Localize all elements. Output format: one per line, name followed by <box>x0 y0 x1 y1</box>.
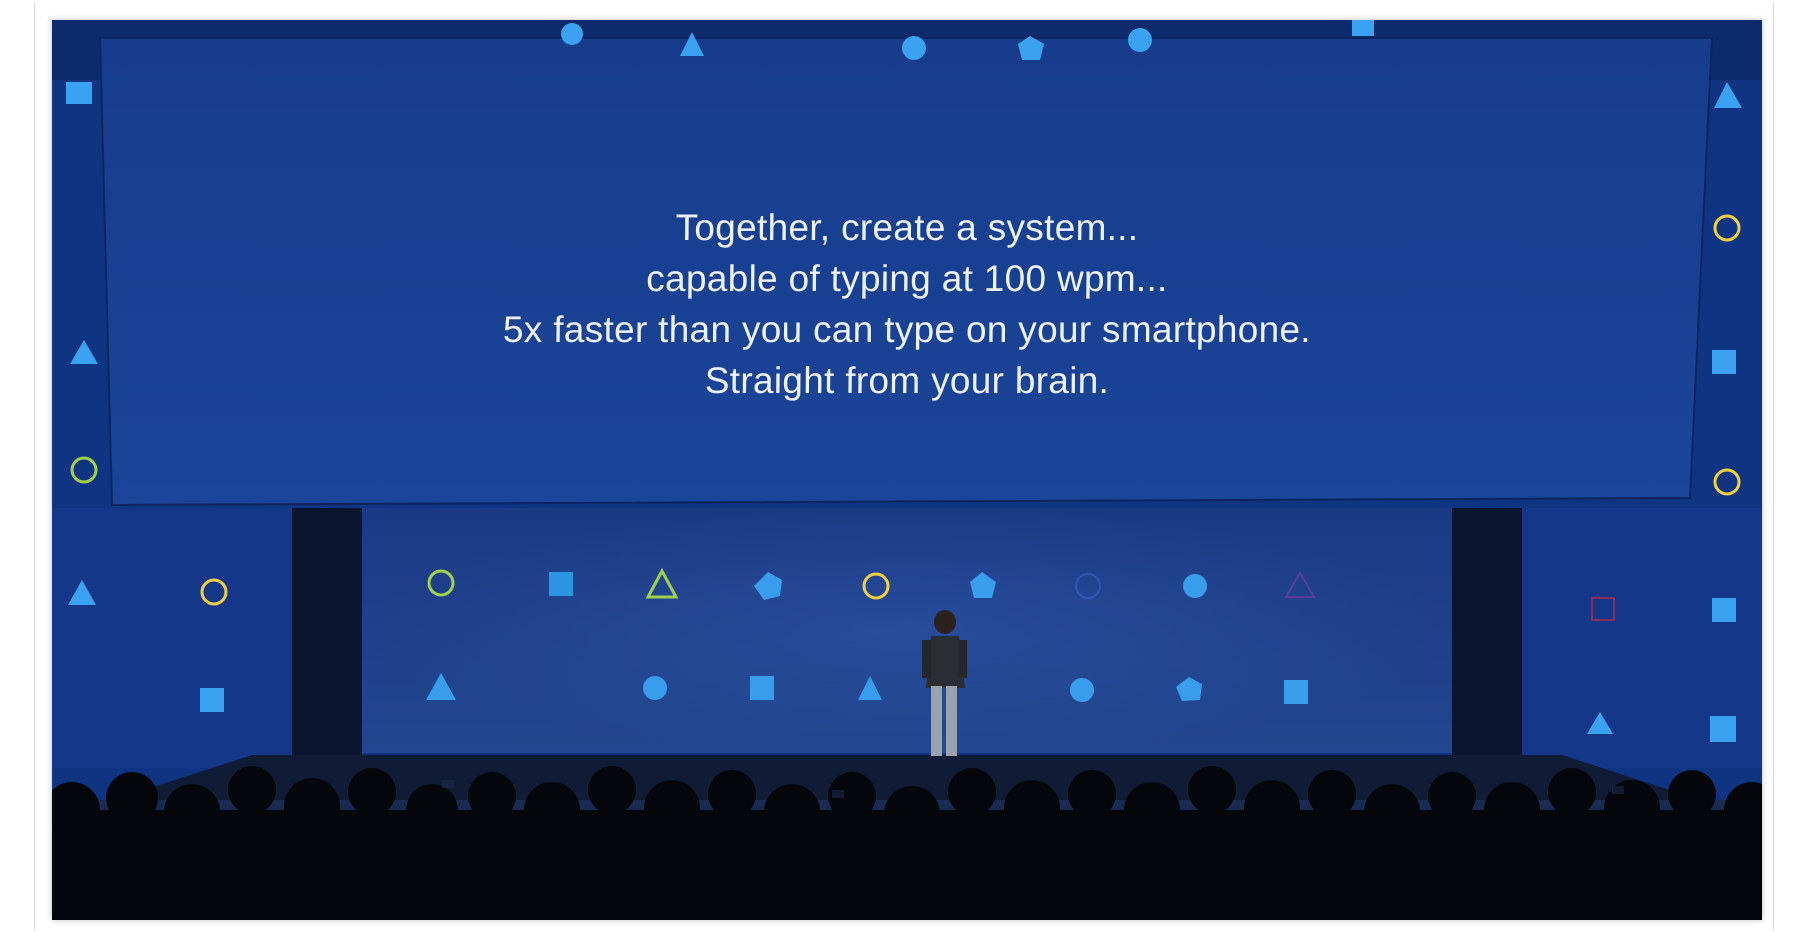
audience-silhouettes <box>52 766 1762 920</box>
projection-screen <box>98 37 1714 507</box>
keynote-photo: Together, create a system... capable of … <box>52 20 1762 920</box>
stage-scene <box>52 20 1762 920</box>
